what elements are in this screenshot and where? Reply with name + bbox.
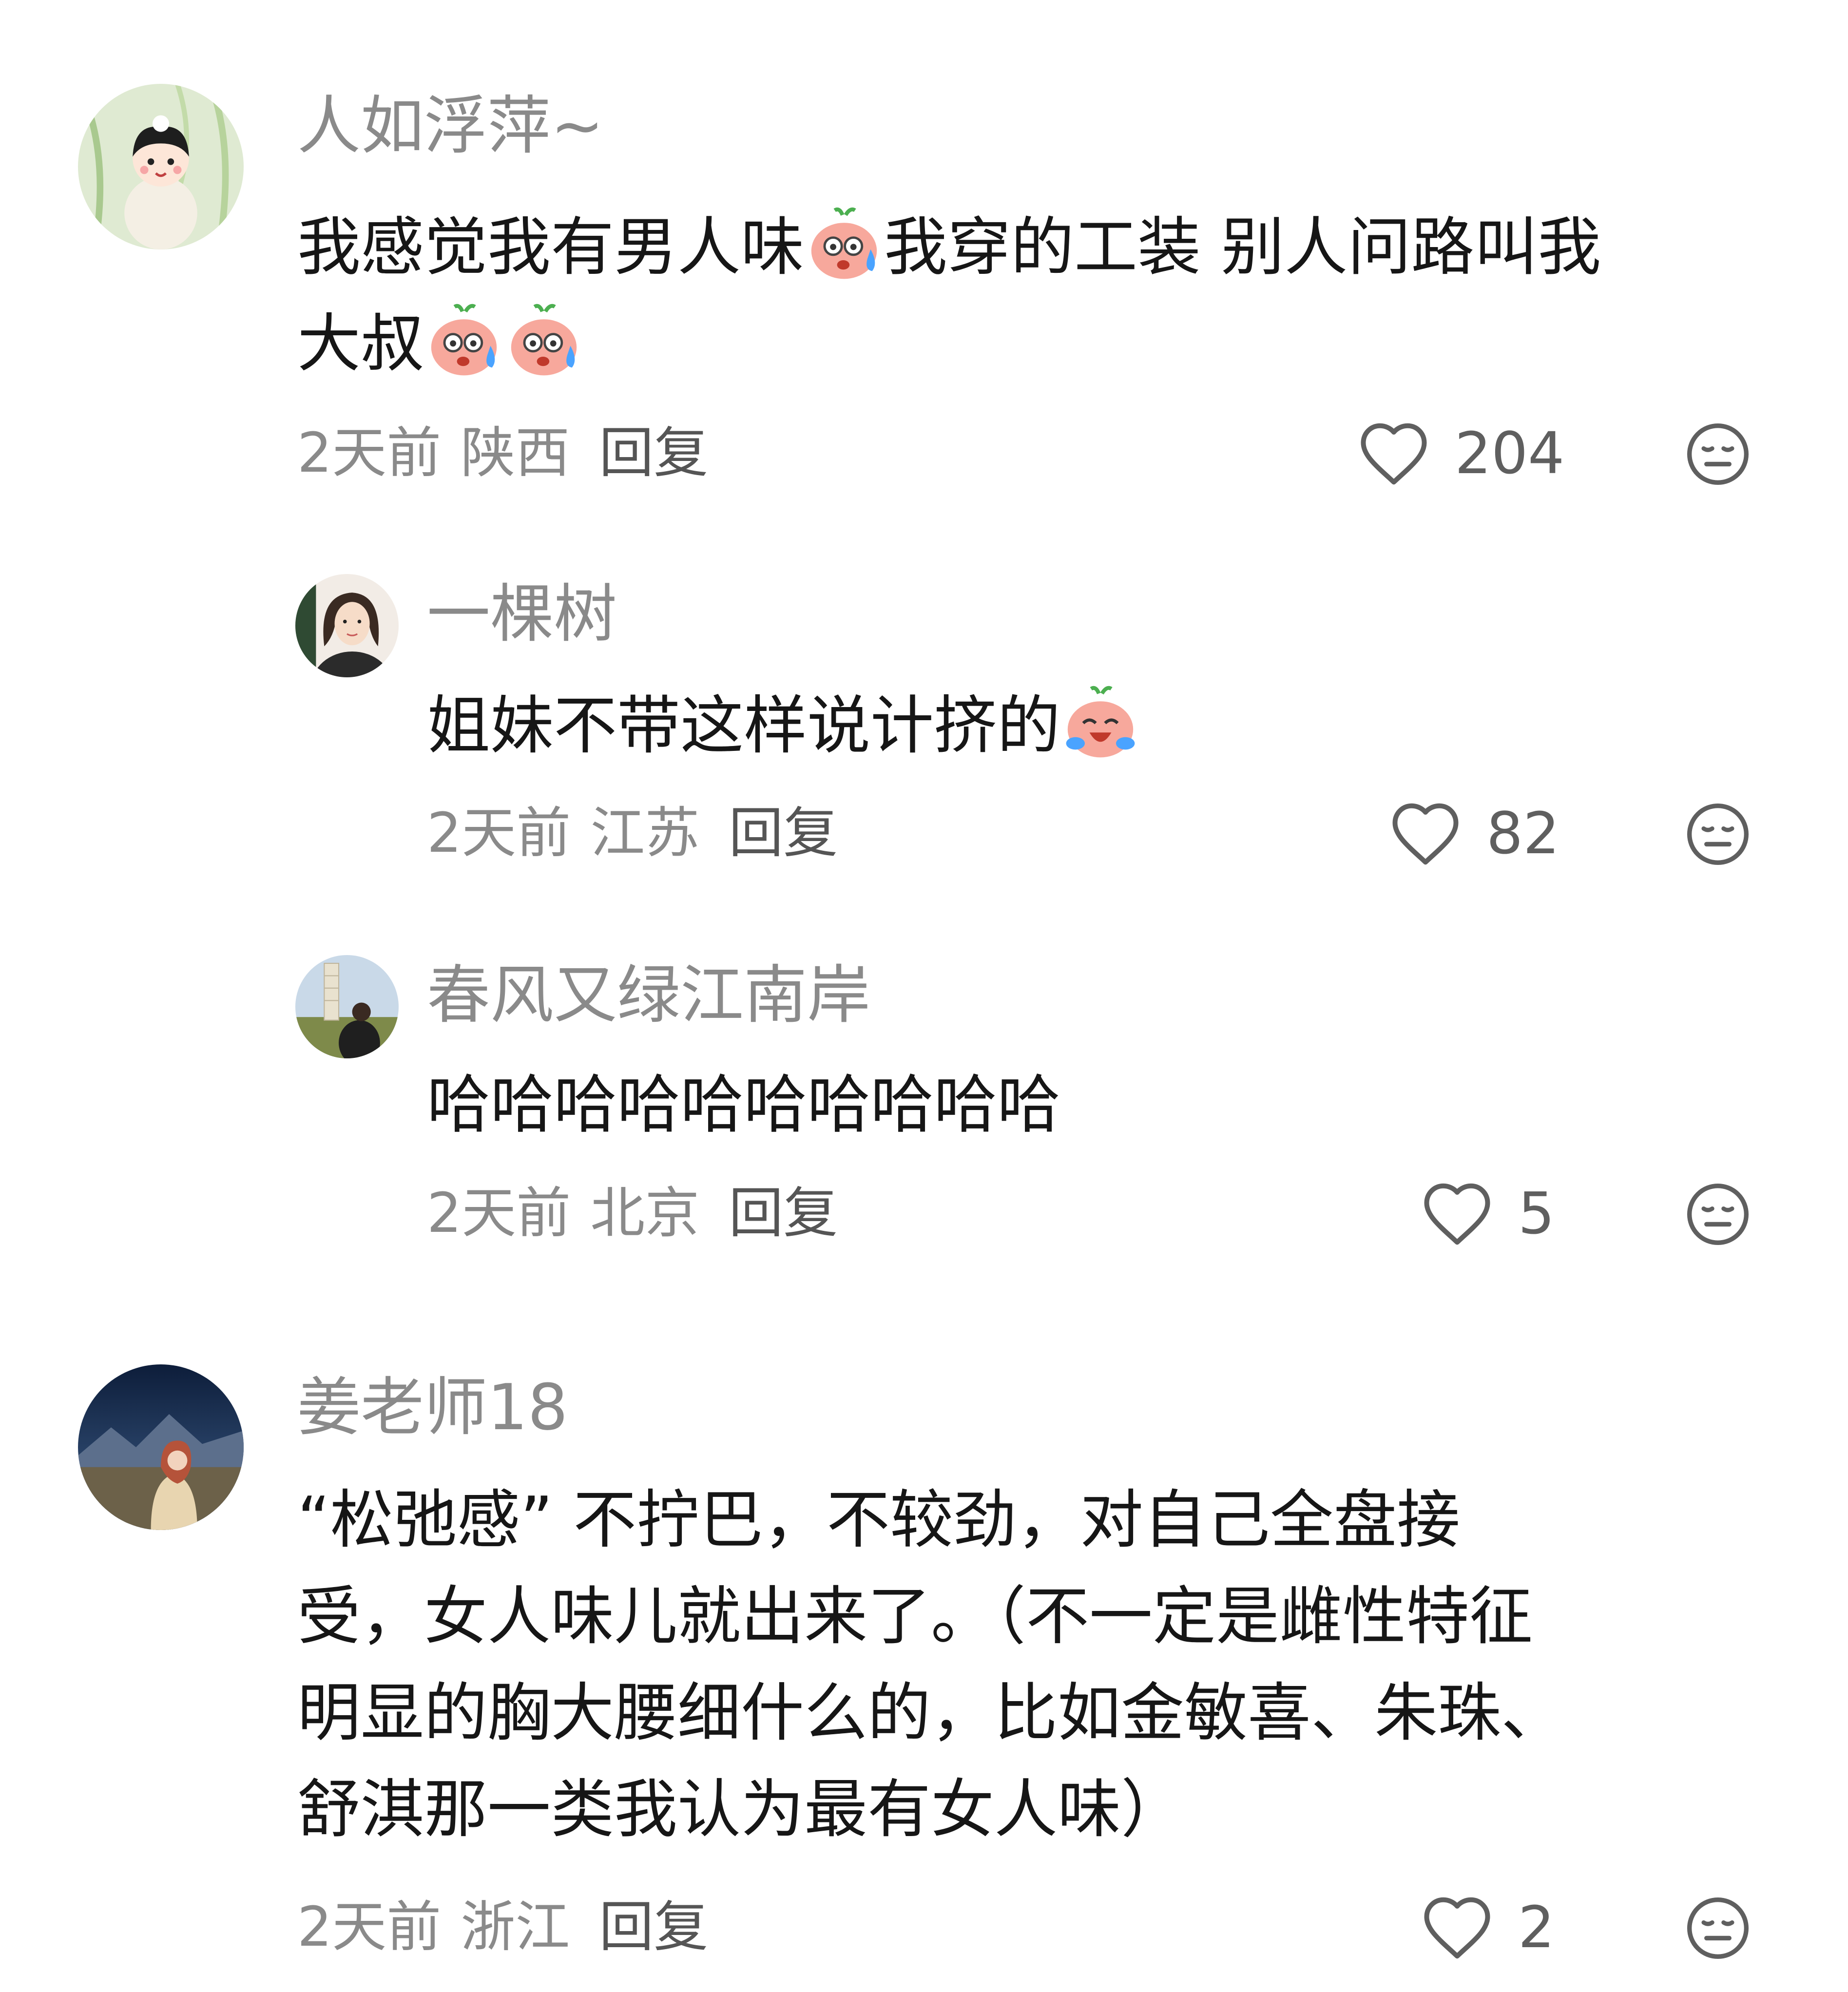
comment-content[interactable]: “松弛感” 不拧巴，不较劲，对自己全盘接 受，女人味儿就出来了。（不一定是雌性特… [297,1472,1823,1858]
reply-button[interactable]: 回复 [729,1182,838,1245]
dislike-button[interactable] [1684,420,1752,488]
like-count: 82 [1486,800,1560,867]
user-avatar[interactable] [78,84,244,249]
comment-text: 我穿的工装 别人问路叫我 [884,210,1601,284]
crying-laughing-emoji [1061,684,1139,762]
comment-text: 明显的胸大腰细什么的，比如金敏喜、朱珠、 [297,1676,1565,1750]
like-button[interactable]: 204 [1357,419,1564,487]
avatar-landscape-photo [78,1364,244,1530]
username[interactable]: 春风又绿江南岸 [427,956,870,1034]
comment-text: 大叔 [297,306,424,381]
like-button[interactable]: 82 [1389,799,1559,867]
comment-meta: 2天前 陕西 回复 [297,419,708,487]
dislike-button[interactable] [1684,800,1752,868]
user-avatar[interactable] [295,955,399,1058]
like-count: 2 [1518,1894,1555,1961]
comment-meta: 2天前 北京 回复 [427,1179,838,1247]
sweat-face-emoji [505,302,583,380]
comment-meta: 2天前 江苏 回复 [427,799,838,867]
heart-outline-icon [1389,799,1462,867]
comment-text: 哈哈哈哈哈哈哈哈哈哈 [427,1068,1061,1142]
heart-outline-icon [1421,1179,1494,1247]
reply-button[interactable]: 回复 [729,802,838,865]
comment-time: 2天前 [427,802,571,865]
neutral-face-icon [1687,423,1749,485]
comment-time: 2天前 [297,421,442,485]
reply-button[interactable]: 回复 [599,421,708,485]
like-count: 5 [1518,1180,1555,1247]
username[interactable]: 人如浮萍~ [297,87,604,165]
username[interactable]: 姜老师18 [297,1368,568,1446]
comment-content[interactable]: 哈哈哈哈哈哈哈哈哈哈 [427,1056,1848,1153]
reply-button[interactable]: 回复 [599,1896,708,1959]
like-count: 204 [1455,420,1565,487]
comment-content[interactable]: 姐妹不带这样说计挤的 [427,677,1848,774]
comment-text: 姐妹不带这样说计挤的 [427,689,1061,763]
avatar-travel-photo [295,955,399,1058]
heart-outline-icon [1421,1893,1494,1961]
comment-content[interactable]: 我感觉我有男人味 我穿的工装 别人问路叫我 大叔 [297,199,1823,392]
comment-text: 受，女人味儿就出来了。（不一定是雌性特征 [297,1579,1533,1653]
like-button[interactable]: 5 [1421,1179,1555,1247]
comment-time: 2天前 [427,1182,571,1245]
dislike-button[interactable] [1684,1894,1752,1962]
dislike-button[interactable] [1684,1180,1752,1248]
like-button[interactable]: 2 [1421,1893,1555,1961]
comment-location: 江苏 [590,802,700,865]
sweat-face-emoji [805,206,883,284]
user-avatar[interactable] [295,574,399,677]
comment-time: 2天前 [297,1896,442,1959]
avatar-portrait-photo [295,574,399,677]
neutral-face-icon [1687,1184,1749,1245]
comment-text: 我感觉我有男人味 [297,210,805,284]
comment-location: 北京 [590,1182,700,1245]
comment-location: 浙江 [461,1896,570,1959]
comment-text: 舒淇那一类我认为最有女人味） [297,1772,1185,1846]
username[interactable]: 一棵树 [427,575,617,653]
avatar-girl-illustration [78,84,244,249]
comment-text: “松弛感” 不拧巴，不较劲，对自己全盘接 [297,1483,1461,1557]
neutral-face-icon [1687,1897,1749,1959]
comment-meta: 2天前 浙江 回复 [297,1893,708,1961]
sweat-face-emoji [425,302,503,380]
user-avatar[interactable] [78,1364,244,1530]
heart-outline-icon [1357,419,1430,487]
neutral-face-icon [1687,804,1749,865]
comment-location: 陕西 [461,421,570,485]
